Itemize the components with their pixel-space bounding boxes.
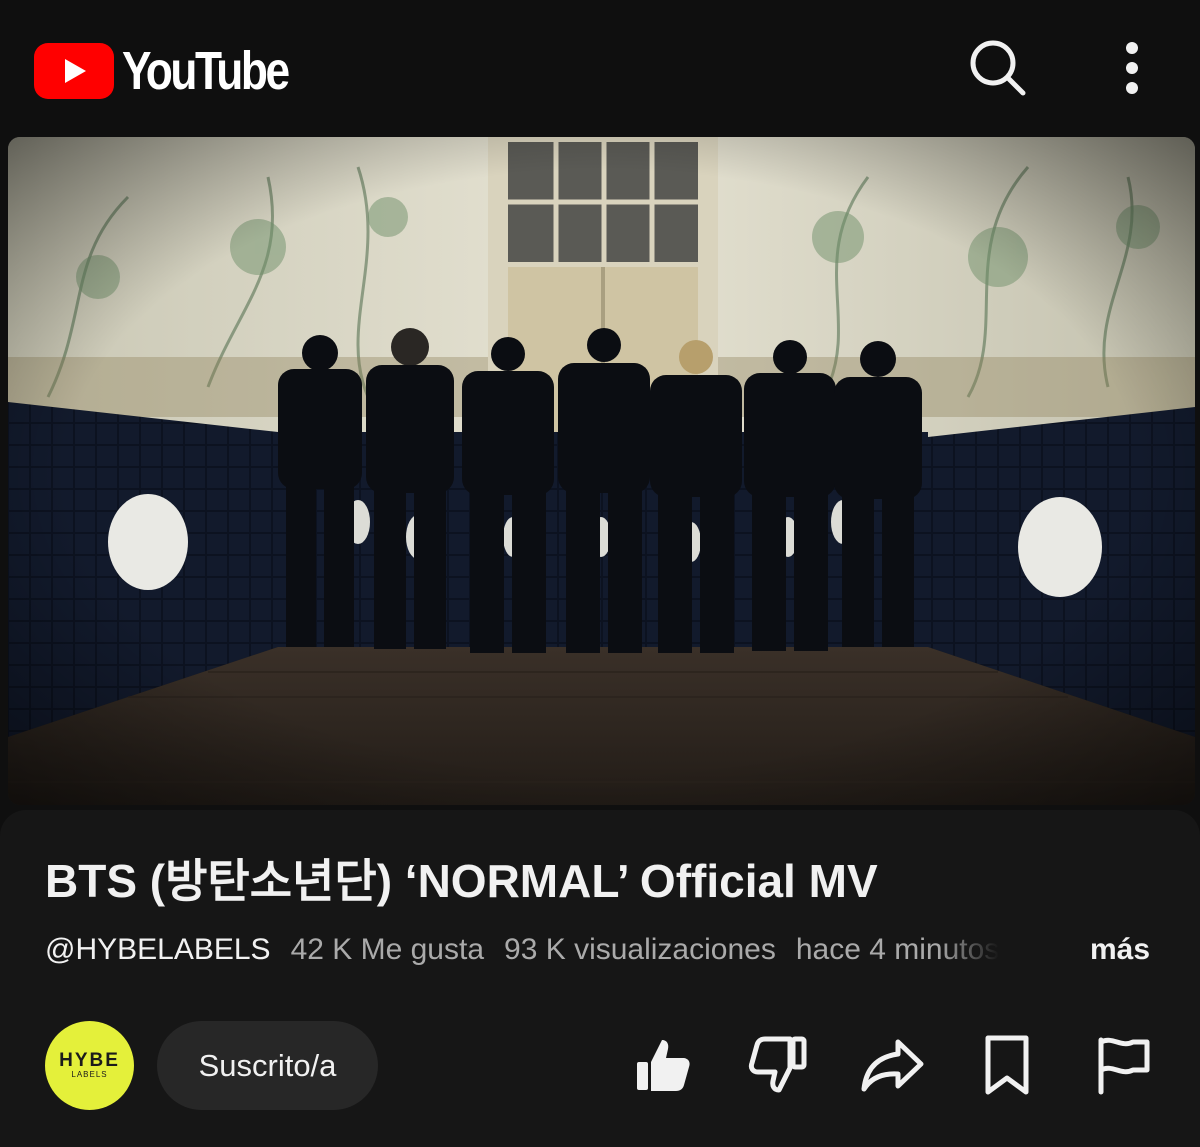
- channel-avatar[interactable]: HYBE LABELS: [45, 1021, 134, 1110]
- channel-handle[interactable]: @HYBELABELS: [45, 933, 271, 966]
- views-count: 93 K visualizaciones: [504, 933, 776, 966]
- video-metadata[interactable]: @HYBELABELS 42 K Me gusta 93 K visualizaci…: [45, 933, 999, 967]
- video-title[interactable]: BTS (방탄소년단) ‘NORMAL’ Official MV: [45, 845, 878, 911]
- top-app-bar: YouTube: [0, 0, 1200, 135]
- youtube-play-badge-icon: [34, 43, 114, 99]
- bookmark-icon[interactable]: [972, 1030, 1042, 1100]
- likes-count: 42 K Me gusta: [290, 933, 485, 966]
- search-icon[interactable]: [966, 36, 1030, 100]
- logo-wordmark: YouTube: [122, 41, 290, 101]
- upload-time: hace 4 minutos: [795, 933, 1000, 966]
- thumbs-down-icon[interactable]: [744, 1030, 814, 1100]
- video-player[interactable]: [8, 137, 1195, 805]
- more-vertical-icon[interactable]: [1100, 36, 1164, 100]
- video-frame-image: [8, 137, 1195, 805]
- subscribed-button[interactable]: Suscrito/a: [157, 1021, 378, 1110]
- avatar-logo-text: HYBE: [59, 1050, 120, 1071]
- share-arrow-icon[interactable]: [858, 1030, 928, 1100]
- youtube-logo[interactable]: YouTube: [34, 40, 324, 102]
- avatar-logo-subtext: LABELS: [71, 1070, 108, 1079]
- flag-icon[interactable]: [1087, 1030, 1157, 1100]
- thumbs-up-filled-icon[interactable]: [627, 1030, 697, 1100]
- more-description-button[interactable]: más: [1090, 933, 1150, 967]
